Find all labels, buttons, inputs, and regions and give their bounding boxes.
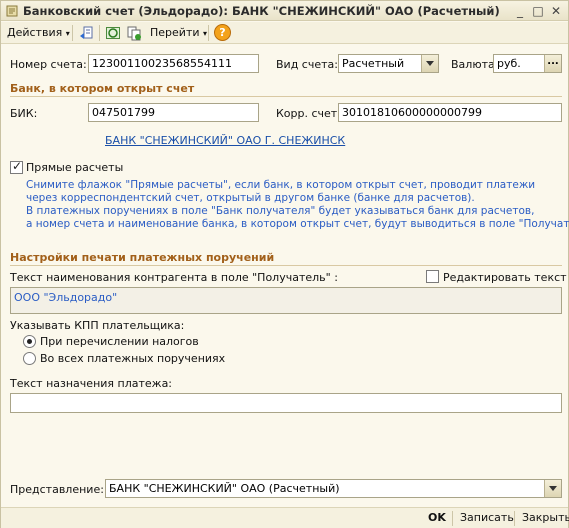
currency-value: руб. xyxy=(497,57,521,70)
checkmark-icon: ✓ xyxy=(12,159,23,173)
title-bar: Банковский счет (Эльдорадо): БАНК "СНЕЖИ… xyxy=(1,1,568,21)
minimize-button[interactable]: _ xyxy=(513,4,527,18)
close-button[interactable]: Закрыть xyxy=(522,511,569,524)
refresh-icon[interactable] xyxy=(105,25,121,41)
radio-all-orders[interactable] xyxy=(23,352,36,365)
presentation-value: БАНК "СНЕЖИНСКИЙ" ОАО (Расчетный) xyxy=(109,482,340,495)
direct-payments-checkbox[interactable]: ✓ xyxy=(10,159,23,174)
account-type-select[interactable]: Расчетный xyxy=(338,54,439,73)
recipient-text-field[interactable]: ООО "Эльдорадо" xyxy=(10,287,562,314)
actions-menu[interactable]: Действия ▾ xyxy=(7,25,70,41)
edit-text-label: Редактировать текст xyxy=(443,271,567,284)
chevron-down-icon xyxy=(549,486,557,491)
toolbar: Действия ▾ Перейти ▾ ? xyxy=(1,22,568,44)
presentation-field[interactable]: БАНК "СНЕЖИНСКИЙ" ОАО (Расчетный) xyxy=(105,479,562,498)
close-window-button[interactable]: ✕ xyxy=(549,4,563,18)
section-divider xyxy=(10,96,562,97)
dropdown-arrow-icon: ▾ xyxy=(65,29,70,38)
account-number-field[interactable]: 12300110023568554111 xyxy=(88,54,259,73)
actions-label: Действия xyxy=(7,26,63,39)
recipient-text-label: Текст наименования контрагента в поле "П… xyxy=(10,271,338,284)
toolbar-separator xyxy=(99,25,100,41)
hint-line: через корреспондентский счет, открытый в… xyxy=(26,192,475,204)
hint-line: а номер счета и наименование банка, в ко… xyxy=(26,218,569,230)
print-settings-title: Настройки печати платежных поручений xyxy=(10,251,275,264)
bik-label: БИК: xyxy=(10,107,38,120)
document-icon xyxy=(6,5,18,17)
hint-line: Снимите флажок "Прямые расчеты", если ба… xyxy=(26,179,536,191)
account-type-label: Вид счета: xyxy=(276,58,338,71)
currency-select-button[interactable]: ... xyxy=(544,55,561,72)
dropdown-arrow-icon: ▾ xyxy=(203,29,208,38)
currency-field[interactable]: руб. ... xyxy=(493,54,562,73)
corr-account-field[interactable]: 30101810600000000799 xyxy=(338,103,562,122)
radio-taxes[interactable] xyxy=(23,335,36,348)
goto-menu[interactable]: Перейти ▾ xyxy=(150,25,207,41)
radio-taxes-label: При перечислении налогов xyxy=(40,335,199,348)
toolbar-separator xyxy=(72,25,73,41)
corr-account-label: Корр. счет: xyxy=(276,107,341,120)
bik-field[interactable]: 047501799 xyxy=(88,103,259,122)
maximize-button[interactable]: □ xyxy=(531,4,545,18)
currency-label: Валюта: xyxy=(451,58,499,71)
direct-payments-label: Прямые расчеты xyxy=(26,161,124,174)
button-separator xyxy=(452,511,453,526)
kpp-label: Указывать КПП плательщика: xyxy=(10,319,185,332)
account-number-label: Номер счета: xyxy=(10,58,87,71)
radio-dot xyxy=(27,339,32,344)
bottom-button-bar: OK Записать Закрыть xyxy=(1,507,569,528)
button-separator xyxy=(514,511,515,526)
payment-purpose-label: Текст назначения платежа: xyxy=(10,377,173,390)
hint-line: В платежных поручениях в поле "Банк полу… xyxy=(26,205,535,217)
account-type-value: Расчетный xyxy=(342,57,405,70)
payment-purpose-field[interactable] xyxy=(10,393,562,413)
edit-text-checkbox[interactable] xyxy=(426,270,439,283)
chevron-down-icon xyxy=(426,61,434,66)
save-button[interactable]: Записать xyxy=(460,511,514,524)
goto-label: Перейти xyxy=(150,26,200,39)
bank-name-link[interactable]: БАНК "СНЕЖИНСКИЙ" ОАО Г. СНЕЖИНСК xyxy=(105,134,345,147)
section-divider xyxy=(10,265,562,266)
help-button[interactable]: ? xyxy=(214,24,231,41)
presentation-label: Представление: xyxy=(10,483,104,496)
go-back-icon[interactable] xyxy=(78,25,94,41)
copy-icon[interactable] xyxy=(126,25,142,41)
dropdown-button[interactable] xyxy=(544,480,561,497)
bank-section-title: Банк, в котором открыт счет xyxy=(10,82,195,95)
radio-all-orders-label: Во всех платежных поручениях xyxy=(40,352,226,365)
toolbar-separator xyxy=(208,25,209,41)
bank-account-window: Банковский счет (Эльдорадо): БАНК "СНЕЖИ… xyxy=(0,0,569,528)
dropdown-button[interactable] xyxy=(421,55,438,72)
window-title: Банковский счет (Эльдорадо): БАНК "СНЕЖИ… xyxy=(23,4,500,18)
ok-button[interactable]: OK xyxy=(428,511,446,524)
